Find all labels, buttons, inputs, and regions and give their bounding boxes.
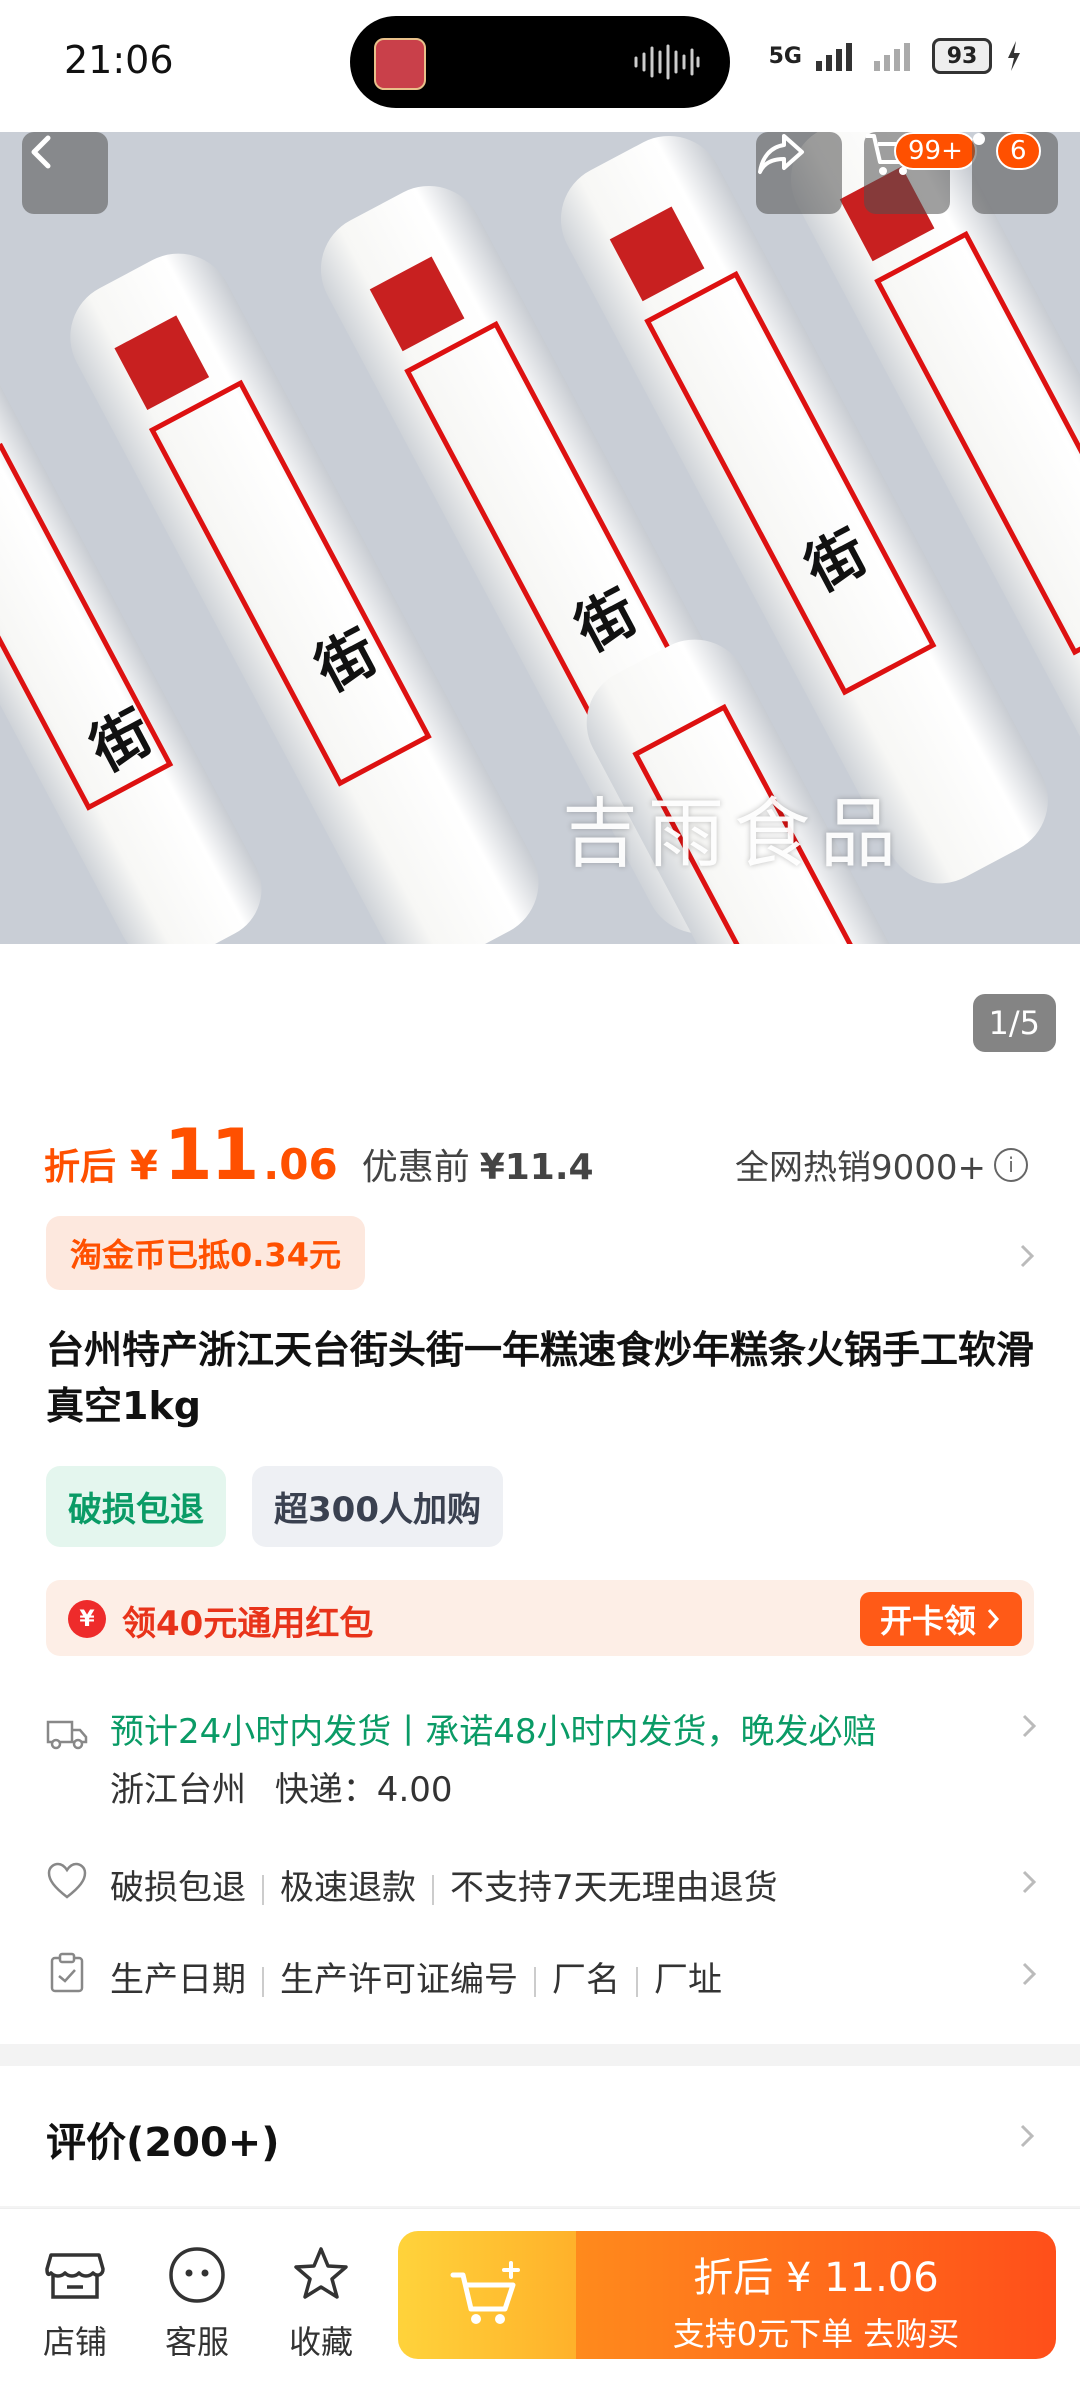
battery-icon: 93 (932, 38, 992, 74)
share-button[interactable] (756, 132, 842, 214)
network-label: 5G (768, 43, 802, 69)
live-avatar-icon (374, 38, 426, 90)
star-icon (294, 2247, 348, 2299)
share-icon (758, 134, 804, 174)
status-icons: 5G 93 (769, 38, 1022, 74)
shipping-fee: 快递：4.00 (274, 1770, 453, 1810)
charging-icon (1008, 41, 1020, 71)
favorite-label: 收藏 (288, 2323, 353, 2361)
truck-icon (46, 1720, 88, 1750)
heart-shield-icon (47, 1862, 87, 1899)
coupon-text: 领40元通用红包 (122, 1604, 374, 1644)
customer-service-button[interactable]: 客服 (152, 2243, 242, 2363)
purchase-buttons: 折后 ¥ 11.06 支持0元下单 去购买 (398, 2231, 1056, 2359)
add-cart-icon (450, 2261, 520, 2324)
section-divider (0, 2044, 1080, 2066)
audio-wave-icon (634, 44, 700, 80)
chevron-right-icon (1022, 1962, 1037, 1986)
signal-icon (816, 43, 852, 71)
tag-damage-return: 破损包退 (46, 1466, 226, 1547)
price-integer: 11 (163, 1114, 259, 1196)
sales-text: 全网热销9000+ (734, 1148, 986, 1188)
shipping-promise: 预计24小时内发货丨承诺48小时内发货，晚发必赔 (110, 1712, 877, 1752)
bottom-action-bar: 店铺 客服 收藏 折后 ¥ 11.06 支持0元下单 去购买 (0, 2208, 1080, 2383)
shop-watermark: 吉雨食品 (562, 789, 906, 878)
param-item: 厂名 (552, 1960, 620, 2000)
param-item: 厂址 (654, 1960, 722, 2000)
product-info: 1/5 折后 ¥ 11 .06 优惠前 ¥11.4 全网热销9000+ i 淘金… (0, 944, 1080, 2044)
params-row[interactable]: 生产日期 生产许可证编号 厂名 厂址 (46, 1952, 1037, 2002)
cart-count-badge: 99+ (894, 132, 977, 170)
shop-button[interactable]: 店铺 (30, 2243, 120, 2363)
shipping-row[interactable]: 预计24小时内发货丨承诺48小时内发货，晚发必赔 浙江台州 快递：4.00 (46, 1704, 1037, 1814)
dynamic-island[interactable] (350, 16, 730, 108)
service-item: 破损包退 (110, 1868, 246, 1908)
product-photo: 街 街 街 街 (0, 132, 1080, 944)
price-currency: ¥ (130, 1143, 158, 1189)
params-list: 生产日期 生产许可证编号 厂名 厂址 (110, 1952, 722, 2001)
chevron-left-icon (31, 135, 51, 169)
chevron-right-icon (1022, 1870, 1037, 1894)
service-item: 极速退款 (280, 1868, 416, 1908)
coin-discount-tag[interactable]: 淘金币已抵0.34元 (46, 1216, 365, 1290)
buy-action-label: 支持0元下单 去购买 (672, 2315, 960, 2353)
gallery-indicator: 1/5 (972, 994, 1056, 1052)
status-time: 21:06 (64, 38, 174, 82)
services-list: 破损包退 极速退款 不支持7天无理由退货 (110, 1860, 778, 1909)
more-dot-icon (973, 133, 985, 145)
shipping-origin: 浙江台州 (110, 1770, 246, 1810)
shipping-origin-fee: 浙江台州 快递：4.00 (110, 1762, 453, 1811)
customer-service-label: 客服 (164, 2323, 229, 2361)
buy-price-label: 折后 ¥ 11.06 (693, 2255, 939, 2301)
clipboard-icon (50, 1952, 84, 1993)
chevron-right-icon (1020, 2124, 1035, 2148)
price-before-label: 优惠前 (361, 1147, 470, 1188)
add-to-cart-button[interactable] (398, 2231, 576, 2359)
price-decimal: .06 (263, 1140, 338, 1189)
sales-count[interactable]: 全网热销9000+ i (735, 1140, 1028, 1189)
store-icon (45, 2253, 105, 2299)
tag-add-to-cart-count: 超300人加购 (252, 1466, 503, 1547)
open-card-label: 开卡领 (879, 1602, 976, 1640)
info-icon: i (994, 1147, 1028, 1182)
buy-now-button[interactable]: 折后 ¥ 11.06 支持0元下单 去购买 (576, 2231, 1056, 2359)
services-row[interactable]: 破损包退 极速退款 不支持7天无理由退货 (46, 1860, 1037, 1910)
price-after-label: 折后 (44, 1147, 117, 1188)
back-button[interactable] (22, 132, 108, 214)
favorite-button[interactable]: 收藏 (276, 2243, 366, 2363)
price-row: 折后 ¥ 11 .06 优惠前 ¥11.4 (44, 1114, 594, 1196)
shop-label: 店铺 (42, 2323, 107, 2361)
param-item: 生产许可证编号 (280, 1960, 518, 2000)
message-count-badge: 6 (996, 132, 1041, 170)
product-image[interactable]: 街 街 街 街 吉雨食品 99+ 6 (0, 132, 1080, 944)
product-title: 台州特产浙江天台街头街一年糕速食炒年糕条火锅手工软滑真空1kg (46, 1328, 1035, 1428)
chevron-right-icon (987, 1609, 1000, 1629)
reviews-title: 评价(200+) (46, 2120, 280, 2166)
chevron-right-icon (1022, 1714, 1037, 1738)
chat-face-icon (169, 2247, 225, 2303)
open-card-button[interactable]: 开卡领 (859, 1592, 1022, 1646)
price-before-value: ¥11.4 (479, 1147, 594, 1188)
status-bar: 21:06 5G 93 (0, 0, 1080, 132)
reviews-section[interactable]: 评价(200+) (0, 2066, 1080, 2206)
coupon-banner[interactable]: ¥ 领40元通用红包 开卡领 (46, 1580, 1034, 1656)
signal-2-icon (874, 43, 910, 71)
red-packet-icon: ¥ (68, 1600, 106, 1638)
chevron-right-icon[interactable] (1012, 1242, 1040, 1270)
param-item: 生产日期 (110, 1960, 246, 2000)
service-item: 不支持7天无理由退货 (450, 1868, 778, 1908)
